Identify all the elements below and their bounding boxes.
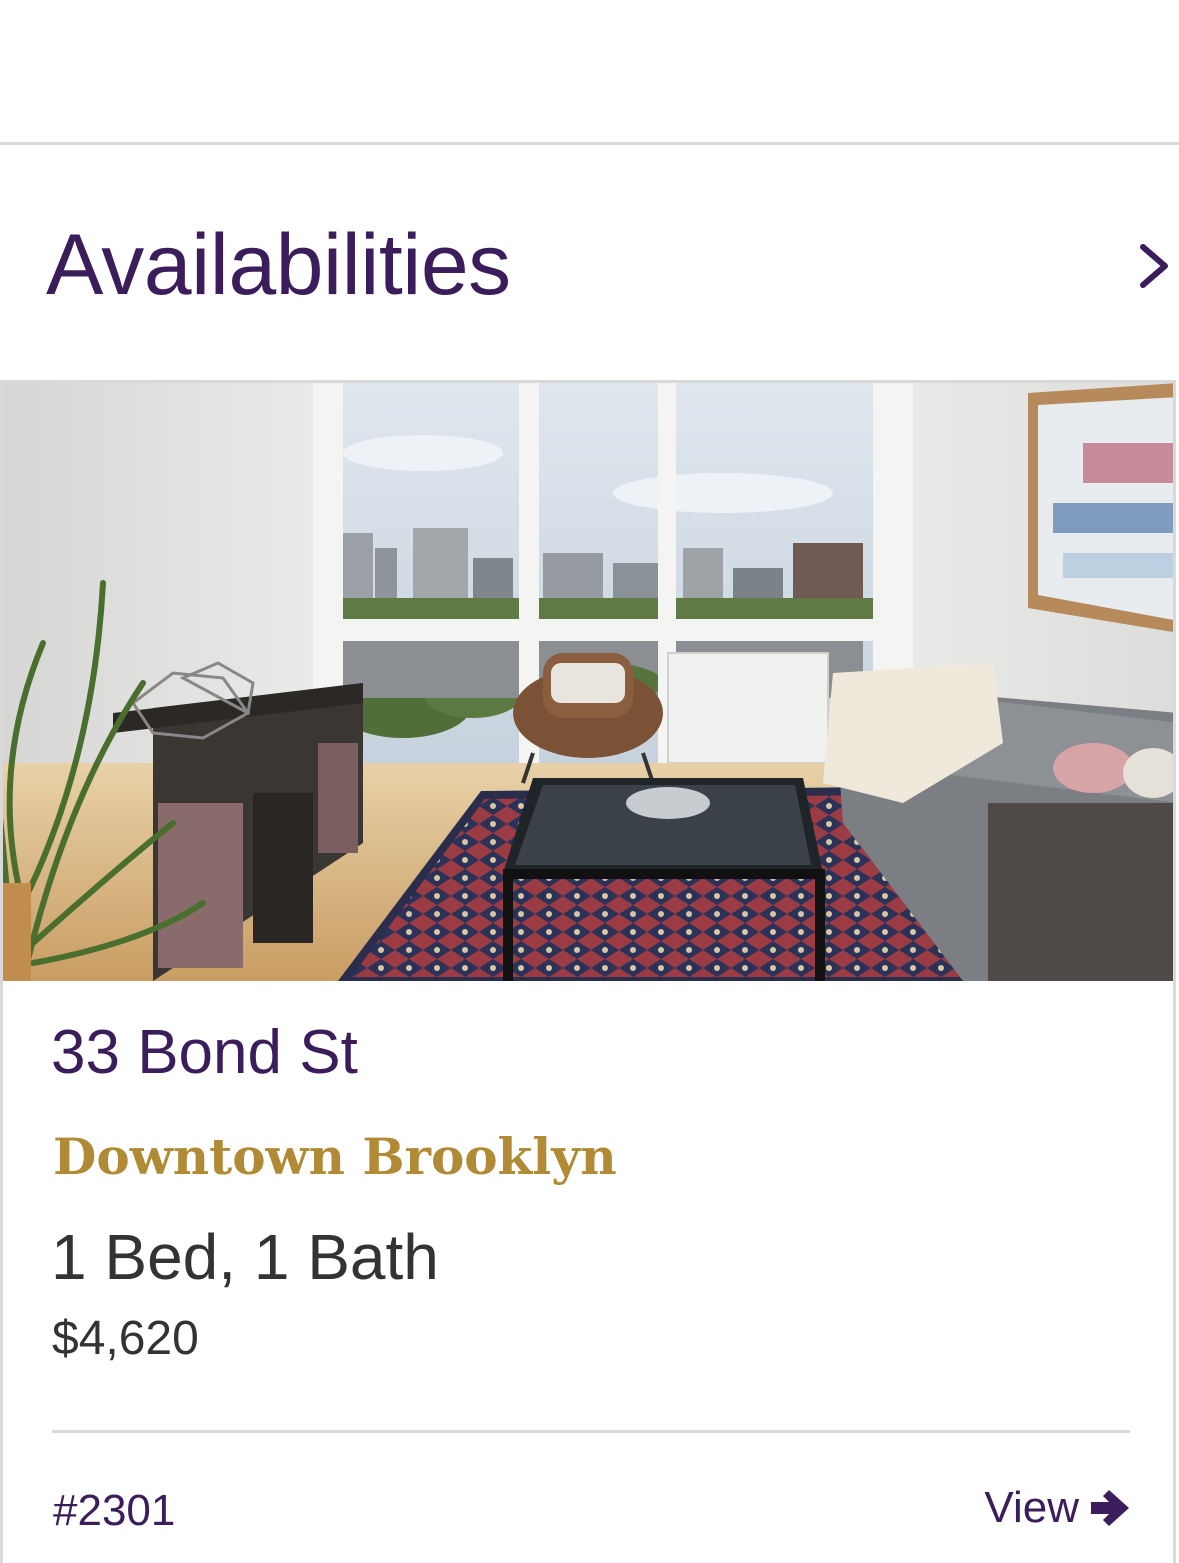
card-divider	[52, 1430, 1130, 1433]
page: Availabilities 33 Bond St Downtown Brook…	[0, 0, 1179, 1563]
building-name: 33 Bond St	[51, 1018, 358, 1087]
availabilities-header[interactable]: Availabilities	[0, 145, 1179, 380]
neighborhood-label: Downtown Brooklyn	[53, 1127, 617, 1186]
listing-photo[interactable]	[3, 383, 1173, 981]
top-blank-area	[0, 0, 1179, 142]
unit-price: $4,620	[52, 1312, 199, 1365]
view-button[interactable]: View	[984, 1483, 1131, 1533]
view-label: View	[984, 1483, 1079, 1532]
section-title: Availabilities	[46, 217, 511, 313]
unit-layout: 1 Bed, 1 Bath	[51, 1221, 439, 1293]
listing-details: 33 Bond St Downtown Brooklyn 1 Bed, 1 Ba…	[3, 981, 1173, 1563]
listing-card[interactable]: 33 Bond St Downtown Brooklyn 1 Bed, 1 Ba…	[0, 380, 1176, 1563]
unit-number: #2301	[53, 1486, 176, 1535]
arrow-right-icon	[1089, 1488, 1131, 1528]
chevron-right-icon[interactable]	[1135, 241, 1175, 291]
